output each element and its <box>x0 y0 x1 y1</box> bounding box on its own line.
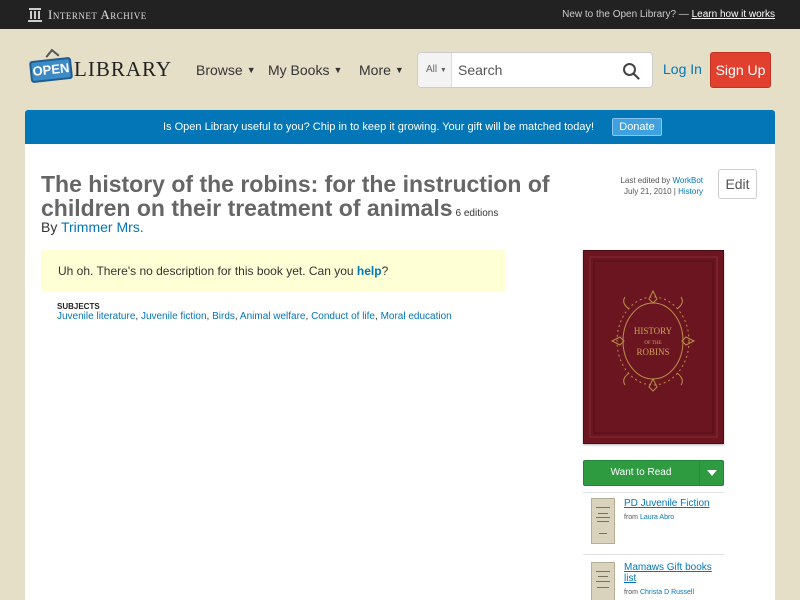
caret-down-icon: ▼ <box>439 67 447 74</box>
login-link[interactable]: Log In <box>663 61 702 77</box>
internet-archive-logo[interactable]: Internet Archive <box>28 7 147 23</box>
last-edited-by-link[interactable]: WorkBot <box>672 176 703 185</box>
archive-building-icon <box>28 8 42 22</box>
subjects-list: Juvenile literature, Juvenile fiction, B… <box>57 311 452 322</box>
internet-archive-bar: Internet Archive New to the Open Library… <box>0 0 800 29</box>
open-sign-logo: OPEN <box>28 56 74 84</box>
subject-link[interactable]: Conduct of life <box>311 311 375 322</box>
nav-browse-label: Browse <box>196 62 243 78</box>
divider <box>583 492 724 493</box>
no-description-notice: Uh oh. There's no description for this b… <box>41 250 505 292</box>
author-link[interactable]: Trimmer Mrs. <box>61 219 144 235</box>
nav-browse[interactable]: Browse ▼ <box>196 62 256 78</box>
search-scope-select[interactable]: All ▼ <box>418 53 452 87</box>
book-title: The history of the robins: for the instr… <box>41 172 601 226</box>
cover-title-line2: OF THE <box>644 341 661 346</box>
subject-link[interactable]: Moral education <box>381 311 452 322</box>
donate-banner: Is Open Library useful to you? Chip in t… <box>25 110 775 144</box>
subject-link[interactable]: Animal welfare <box>240 311 306 322</box>
search-bar: All ▼ <box>417 52 653 88</box>
internet-archive-text: Internet Archive <box>48 7 147 22</box>
book-cover[interactable]: HISTORY OF THE ROBINS <box>583 250 724 444</box>
from-label: from <box>624 589 638 596</box>
history-link[interactable]: History <box>678 187 703 196</box>
cover-title-line1: HISTORY <box>634 326 673 336</box>
list-title-link[interactable]: PD Juvenile Fiction <box>624 498 722 509</box>
divider <box>583 554 724 555</box>
list-item: PD Juvenile Fiction from Laura Abro <box>583 498 724 546</box>
caret-down-icon: ▼ <box>394 65 404 75</box>
new-to-open-library: New to the Open Library? — Learn how it … <box>562 9 775 20</box>
library-wordmark: LIBRARY <box>74 57 173 81</box>
subject-link[interactable]: Birds <box>212 311 235 322</box>
new-to-text: New to the Open Library? — <box>562 9 689 20</box>
learn-how-it-works-link[interactable]: Learn how it works <box>692 9 775 20</box>
donate-message: Is Open Library useful to you? Chip in t… <box>163 121 595 133</box>
help-link[interactable]: help <box>357 264 382 278</box>
last-edited-info: Last edited by WorkBot July 21, 2010 | H… <box>620 176 703 196</box>
list-owner-link[interactable]: Christa D Russell <box>640 589 694 596</box>
want-to-read-dropdown-icon[interactable] <box>699 461 724 485</box>
signup-button[interactable]: Sign Up <box>710 52 771 88</box>
byline: By Trimmer Mrs. <box>41 219 144 235</box>
subjects-heading: SUBJECTS <box>57 302 100 311</box>
subject-link[interactable]: Juvenile literature <box>57 311 135 322</box>
nav-my-books-label: My Books <box>268 62 330 78</box>
list-item: Mamaws Gift books list from Christa D Ru… <box>583 562 724 600</box>
edited-date: July 21, 2010 <box>623 187 672 196</box>
no-description-text: Uh oh. There's no description for this b… <box>58 264 354 278</box>
from-label: from <box>624 514 638 521</box>
nav-more[interactable]: More ▼ <box>359 62 404 78</box>
search-input[interactable] <box>454 53 614 87</box>
search-icon[interactable] <box>622 62 640 80</box>
nav-my-books[interactable]: My Books ▼ <box>268 62 342 78</box>
cover-ornament: HISTORY OF THE ROBINS <box>589 256 718 438</box>
nav-more-label: More <box>359 62 391 78</box>
list-thumbnail[interactable] <box>591 498 615 544</box>
last-edited-label: Last edited by <box>620 176 671 185</box>
list-thumbnail[interactable] <box>591 562 615 600</box>
caret-down-icon: ▼ <box>333 65 343 75</box>
want-to-read-label: Want to Read <box>610 467 672 478</box>
editions-count[interactable]: 6 editions <box>456 208 499 219</box>
donate-button[interactable]: Donate <box>612 118 662 136</box>
cover-title-line3: ROBINS <box>636 347 669 357</box>
open-library-header: OPEN LIBRARY Browse ▼ My Books ▼ More ▼ … <box>0 29 800 109</box>
list-title-link[interactable]: Mamaws Gift books list <box>624 562 722 584</box>
book-page-content: The history of the robins: for the instr… <box>25 144 775 600</box>
no-description-suffix: ? <box>381 264 389 278</box>
subject-link[interactable]: Juvenile fiction <box>141 311 207 322</box>
edit-button[interactable]: Edit <box>718 169 757 199</box>
list-from: from Christa D Russell <box>624 589 694 596</box>
open-library-logo[interactable]: OPEN LIBRARY <box>28 49 171 89</box>
want-to-read-button[interactable]: Want to Read <box>583 460 724 486</box>
list-from: from Laura Abro <box>624 514 674 521</box>
list-owner-link[interactable]: Laura Abro <box>640 514 674 521</box>
by-label: By <box>41 219 58 235</box>
caret-down-icon: ▼ <box>246 65 256 75</box>
search-scope-label: All <box>426 64 438 75</box>
